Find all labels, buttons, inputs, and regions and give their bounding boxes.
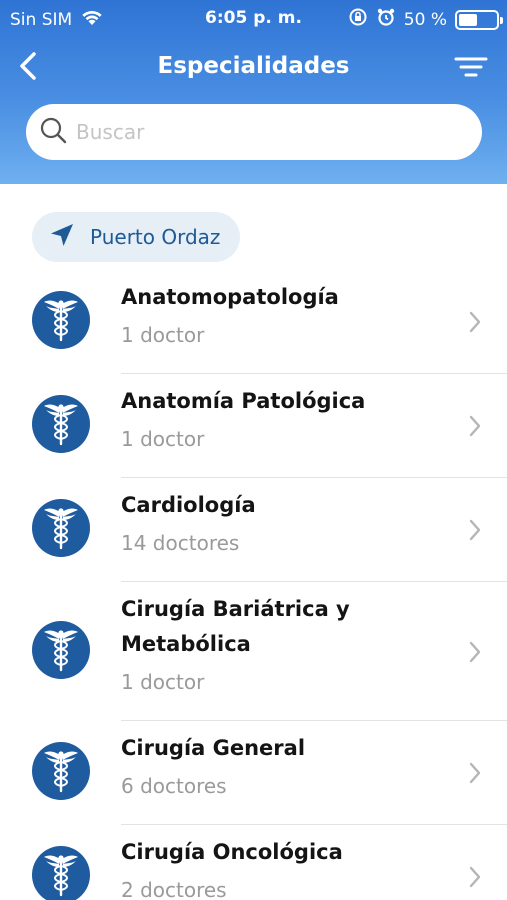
chevron-right-icon — [465, 638, 485, 666]
caduceus-icon — [32, 742, 90, 800]
specialty-item[interactable]: Cirugía Bariátrica y Metabólica 1 doctor — [0, 582, 507, 721]
filter-button[interactable] — [451, 52, 491, 86]
specialty-item[interactable]: Anatomía Patológica 1 doctor — [0, 374, 507, 478]
caduceus-icon — [32, 291, 90, 349]
specialty-item[interactable]: Anatomopatología 1 doctor — [0, 270, 507, 374]
specialty-item[interactable]: Cirugía Oncológica 2 doctores — [0, 825, 507, 900]
specialty-name: Anatomopatología — [121, 285, 339, 309]
specialty-name: Cardiología — [121, 493, 256, 517]
specialty-texts: Cirugía General 6 doctores — [121, 731, 447, 804]
specialty-item[interactable]: Cardiología 14 doctores — [0, 478, 507, 582]
specialty-name: Cirugía Oncológica — [121, 840, 343, 864]
caduceus-icon — [32, 846, 90, 900]
specialty-name: Metabólica — [121, 632, 251, 656]
page-title: Especialidades — [157, 53, 350, 79]
caduceus-icon — [32, 620, 90, 679]
orientation-lock-icon — [348, 7, 368, 32]
filter-icon — [454, 55, 488, 83]
specialty-texts: Cirugía Bariátrica y Metabólica 1 doctor — [121, 592, 447, 700]
alarm-icon — [376, 7, 396, 32]
doctor-count: 1 doctor — [121, 670, 205, 694]
doctor-count: 6 doctores — [121, 774, 227, 798]
specialty-name: Cirugía Bariátrica y — [121, 597, 350, 621]
caduceus-icon — [32, 499, 90, 557]
chevron-right-icon — [465, 516, 485, 544]
specialty-name: Anatomía Patológica — [121, 389, 366, 413]
status-bar: Sin SIM 6:05 p. m. 50 % — [0, 0, 507, 36]
location-label: Puerto Ordaz — [90, 225, 221, 249]
search-input[interactable] — [76, 120, 456, 144]
location-arrow-icon — [48, 221, 76, 254]
location-chip[interactable]: Puerto Ordaz — [32, 212, 241, 262]
doctor-count: 14 doctores — [121, 531, 240, 555]
chevron-right-icon — [465, 759, 485, 787]
doctor-count: 1 doctor — [121, 427, 205, 451]
specialty-item[interactable]: Cirugía General 6 doctores — [0, 721, 507, 825]
specialty-name: Cirugía General — [121, 736, 306, 760]
nav-bar: Especialidades — [0, 44, 507, 92]
chevron-right-icon — [465, 308, 485, 336]
specialty-texts: Cardiología 14 doctores — [121, 488, 447, 561]
search-icon — [38, 115, 68, 149]
chevron-right-icon — [465, 412, 485, 440]
battery-level — [459, 13, 477, 26]
specialty-list: Anatomopatología 1 doctor Anatomía Patoló… — [0, 270, 507, 900]
battery-icon — [455, 9, 503, 30]
status-right: 50 % — [348, 7, 503, 32]
doctor-count: 2 doctores — [121, 878, 227, 900]
doctor-count: 1 doctor — [121, 323, 205, 347]
search-bar[interactable] — [26, 104, 482, 160]
specialty-texts: Anatomía Patológica 1 doctor — [121, 384, 447, 457]
caduceus-icon — [32, 395, 90, 453]
battery-percent: 50 % — [403, 9, 447, 30]
specialty-texts: Anatomopatología 1 doctor — [121, 280, 447, 353]
chevron-right-icon — [465, 863, 485, 891]
specialty-texts: Cirugía Oncológica 2 doctores — [121, 835, 447, 900]
